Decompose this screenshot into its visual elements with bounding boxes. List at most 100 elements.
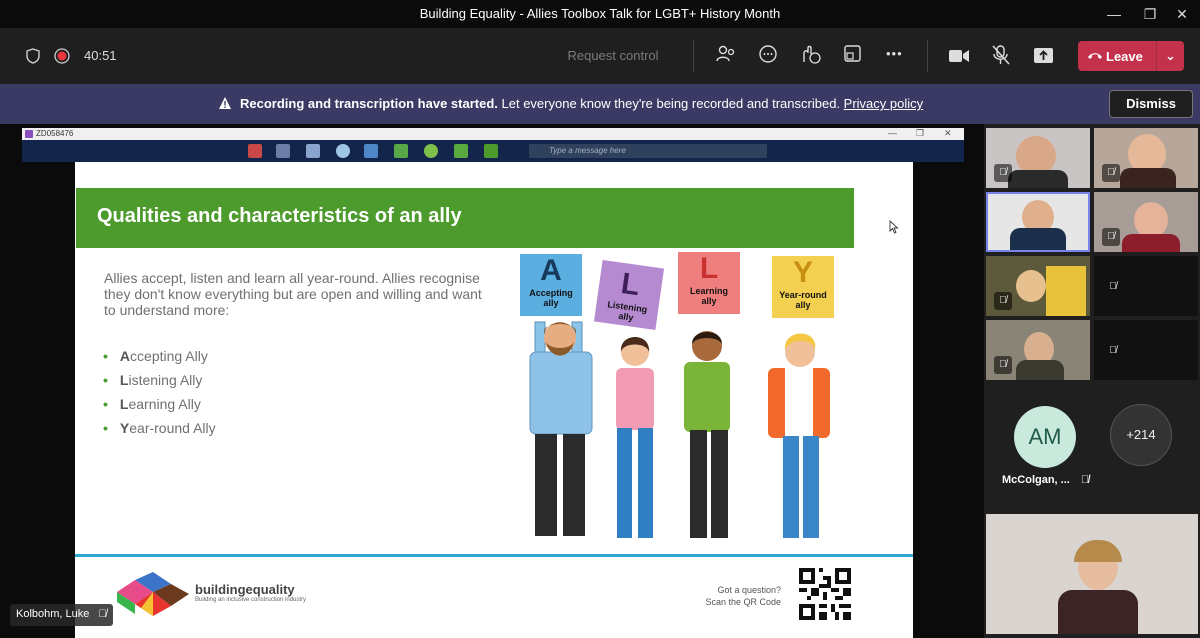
people-icon[interactable] — [715, 44, 737, 66]
meeting-toolbar: 40:51 Request control ••• Leave ⌄ — [0, 28, 1200, 84]
rooms-icon[interactable] — [843, 44, 863, 64]
slide-title: Qualities and characteristics of an ally — [76, 188, 854, 248]
more-participants-button[interactable]: +214 — [1110, 404, 1172, 466]
participant-video-tile[interactable]: 🎙̸ — [986, 320, 1090, 380]
participant-tile-camera-off[interactable]: 🎙̸ — [1094, 320, 1198, 380]
banner-message: Recording and transcription have started… — [240, 96, 923, 111]
settings-tool-icon[interactable] — [484, 144, 498, 158]
slide-footer-rule — [75, 554, 913, 557]
chat-icon[interactable] — [757, 44, 779, 66]
self-video-tile[interactable] — [986, 514, 1198, 634]
session-id: ZD058476 — [36, 129, 74, 138]
screen-tool-icon[interactable] — [306, 144, 320, 158]
session-close-button[interactable]: ✕ — [944, 128, 952, 139]
camera-icon[interactable] — [948, 48, 970, 64]
participant-hair — [1074, 540, 1122, 562]
participant-clothing — [1120, 168, 1176, 188]
privacy-policy-link[interactable]: Privacy policy — [844, 96, 923, 111]
muted-mic-icon: 🎙̸ — [1080, 474, 1090, 486]
toolbar-divider — [927, 40, 928, 72]
reactions-icon[interactable] — [799, 44, 821, 66]
shield-icon — [26, 48, 40, 64]
participant-video-tile[interactable]: 🎙̸ — [986, 128, 1090, 188]
slide-bullet-list: • Accepting Ally • Listening Ally • Learnin… — [103, 348, 216, 444]
brand-name: buildingequality — [195, 582, 295, 597]
close-window-button[interactable]: ✕ — [1172, 4, 1192, 24]
mouse-cursor-icon — [889, 220, 899, 234]
participant-gallery: 🎙̸ 🎙̸ 🎙̸ 🎙̸ 🎙̸ 🎙̸ 🎙̸ AM +214 McColgan, .… — [984, 124, 1200, 638]
muted-mic-icon: 🎙̸ — [1102, 164, 1120, 182]
leave-label: Leave — [1106, 49, 1143, 64]
participant-video-tile[interactable]: 🎙̸ — [1094, 128, 1198, 188]
slide-body-text: Allies accept, listen and learn all year… — [104, 270, 482, 318]
warning-icon — [219, 97, 231, 109]
recording-icon — [54, 48, 70, 64]
speaker-name-tag: Kolbohm, Luke 🎙̸ — [10, 604, 113, 626]
participant-video-tile[interactable]: 🎙̸ — [986, 256, 1090, 316]
window-title: Building Equality - Allies Toolbox Talk … — [419, 6, 781, 21]
participant-background — [1046, 266, 1086, 316]
sign-label-year-round: Y Year-round ally — [779, 256, 827, 310]
qr-prompt: Got a question? Scan the QR Code — [705, 585, 781, 607]
sign-label-learning: L Learning ally — [689, 252, 728, 306]
transfer-tool-icon[interactable] — [276, 144, 290, 158]
view-tool-icon[interactable] — [336, 144, 350, 158]
toolbar-divider — [693, 40, 694, 72]
session-restore-button[interactable]: ❐ — [916, 128, 924, 139]
remote-session-toolbar: Type a message here — [22, 140, 964, 162]
leave-button[interactable]: Leave ⌄ — [1078, 41, 1184, 71]
fullscreen-tool-icon[interactable] — [364, 144, 378, 158]
recording-banner: Recording and transcription have started… — [0, 84, 1200, 124]
participant-name: McColgan, ... 🎙̸ — [1002, 474, 1090, 486]
building-equality-logo-icon — [117, 572, 189, 616]
bullet-item: • Listening Ally — [103, 372, 203, 388]
session-icon — [25, 130, 33, 138]
presentation-slide: Qualities and characteristics of an ally… — [75, 162, 913, 638]
banner-text: Let everyone know they're being recorded… — [501, 96, 841, 111]
minimize-button[interactable]: — — [1104, 4, 1124, 24]
active-speaker-tile[interactable] — [986, 192, 1090, 252]
participant-face — [1016, 270, 1046, 302]
connect-tool-icon[interactable] — [424, 144, 438, 158]
session-minimize-button[interactable]: — — [888, 128, 897, 138]
apps-tool-icon[interactable] — [394, 144, 408, 158]
session-message-input[interactable]: Type a message here — [529, 144, 767, 158]
muted-mic-icon: 🎙̸ — [1109, 345, 1117, 356]
share-screen-icon[interactable] — [1033, 46, 1055, 66]
phone-hangup-icon — [1088, 53, 1102, 59]
muted-mic-icon: 🎙̸ — [994, 292, 1012, 310]
participant-clothing — [1008, 170, 1068, 188]
muted-mic-icon: 🎙̸ — [1102, 228, 1120, 246]
speaker-name: Kolbohm, Luke — [16, 608, 90, 620]
dismiss-button[interactable]: Dismiss — [1109, 90, 1193, 118]
participant-face — [1134, 202, 1168, 238]
leave-options-dropdown[interactable]: ⌄ — [1156, 41, 1184, 71]
bullet-item: • Learning Ally — [103, 396, 201, 412]
brand-tagline: Building an inclusive construction indus… — [195, 597, 307, 603]
muted-mic-icon: 🎙̸ — [98, 608, 107, 620]
participant-video-tile[interactable]: 🎙̸ — [1094, 192, 1198, 252]
bullet-item: • Accepting Ally — [103, 348, 208, 364]
mic-off-icon[interactable] — [991, 44, 1011, 66]
more-actions-icon[interactable]: ••• — [886, 46, 903, 61]
record-tool-icon[interactable] — [248, 144, 262, 158]
muted-mic-icon: 🎙̸ — [1109, 281, 1117, 292]
window-titlebar: Building Equality - Allies Toolbox Talk … — [0, 0, 1200, 28]
sign-label-listening: L Listening ally — [606, 266, 648, 323]
qr-code-icon — [799, 568, 851, 620]
meeting-timer: 40:51 — [84, 48, 117, 63]
maximize-button[interactable]: ❐ — [1140, 4, 1160, 24]
sign-label-accepting: A Accepting ally — [529, 254, 573, 308]
request-control-button[interactable]: Request control — [548, 48, 678, 63]
banner-title: Recording and transcription have started… — [240, 96, 498, 111]
muted-mic-icon: 🎙̸ — [994, 356, 1012, 374]
participant-tile-camera-off[interactable]: 🎙̸ — [1094, 256, 1198, 316]
file-tool-icon[interactable] — [454, 144, 468, 158]
participant-clothing — [1010, 228, 1066, 250]
shared-screen: ZD058476 — ❐ ✕ Type a message here Quali… — [0, 124, 984, 638]
muted-mic-icon: 🎙̸ — [994, 164, 1012, 182]
remote-session-titlebar: ZD058476 — ❐ ✕ — [22, 128, 964, 140]
participant-clothing — [1122, 234, 1180, 252]
participant-avatar[interactable]: AM — [1014, 406, 1076, 468]
bullet-item: • Year-round Ally — [103, 420, 216, 436]
